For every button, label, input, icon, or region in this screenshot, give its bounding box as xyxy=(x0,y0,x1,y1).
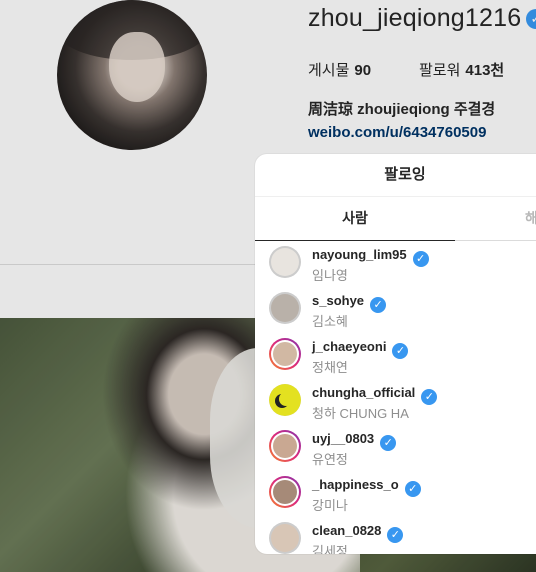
verified-badge-icon: ✓ xyxy=(421,389,438,405)
avatar-photo xyxy=(271,294,299,322)
list-item[interactable]: nayoung_lim95 ✓ 임나영 xyxy=(255,240,536,286)
following-full-name: 김소혜 xyxy=(312,314,348,329)
following-full-name: 강미나 xyxy=(312,498,348,513)
list-item[interactable]: uyj__0803 ✓ 유연정 xyxy=(255,424,536,470)
list-item[interactable]: s_sohye ✓ 김소혜 xyxy=(255,286,536,332)
following-username[interactable]: s_sohye ✓ xyxy=(312,293,387,313)
username-text: uyj__0803 xyxy=(312,431,375,446)
following-list: nayoung_lim95 ✓ 임나영 s_sohye ✓ 김소혜 j_chaeye… xyxy=(255,240,536,554)
following-username[interactable]: clean_0828 ✓ xyxy=(312,523,404,543)
list-item[interactable]: chungha_official ✓ 청하 CHUNG HA xyxy=(255,378,536,424)
username-text: s_sohye xyxy=(312,293,365,308)
avatar-photo xyxy=(271,524,299,552)
verified-badge-icon: ✓ xyxy=(404,481,421,497)
following-full-name: 김세정 xyxy=(312,544,348,554)
avatar[interactable] xyxy=(269,338,301,370)
verified-badge-icon: ✓ xyxy=(370,297,387,313)
following-modal: 팔로잉 사람 해 nayoung_lim95 ✓ 임나영 s_sohye ✓ 김소혜… xyxy=(255,154,536,554)
following-username[interactable]: nayoung_lim95 ✓ xyxy=(312,247,429,267)
avatar[interactable] xyxy=(269,430,301,462)
following-username[interactable]: j_chaeyeoni ✓ xyxy=(312,339,409,359)
verified-badge-icon: ✓ xyxy=(412,251,429,267)
avatar[interactable] xyxy=(269,384,301,416)
following-full-name: 청하 CHUNG HA xyxy=(312,406,409,421)
username-text: _happiness_o xyxy=(312,477,399,492)
username-text: chungha_official xyxy=(312,385,416,400)
avatar[interactable] xyxy=(269,246,301,278)
avatar[interactable] xyxy=(269,292,301,324)
verified-badge-icon: ✓ xyxy=(380,435,397,451)
moon-icon xyxy=(279,392,293,406)
avatar-photo xyxy=(273,480,297,504)
tab-hashtags[interactable]: 해 xyxy=(525,197,536,240)
following-username[interactable]: chungha_official ✓ xyxy=(312,385,438,405)
list-item[interactable]: _happiness_o ✓ 강미나 xyxy=(255,470,536,516)
avatar-photo xyxy=(273,342,297,366)
modal-title: 팔로잉 xyxy=(255,154,536,197)
following-full-name: 임나영 xyxy=(312,268,348,283)
avatar-photo xyxy=(271,248,299,276)
list-item[interactable]: clean_0828 ✓ 김세정 xyxy=(255,516,536,554)
verified-badge-icon: ✓ xyxy=(387,527,404,543)
list-item[interactable]: j_chaeyeoni ✓ 정채연 xyxy=(255,332,536,378)
username-text: nayoung_lim95 xyxy=(312,247,407,262)
modal-tabs: 사람 해 xyxy=(255,197,536,241)
following-username[interactable]: uyj__0803 ✓ xyxy=(312,431,397,451)
username-text: clean_0828 xyxy=(312,523,382,538)
following-full-name: 정채연 xyxy=(312,360,348,375)
avatar[interactable] xyxy=(269,476,301,508)
username-text: j_chaeyeoni xyxy=(312,339,387,354)
verified-badge-icon: ✓ xyxy=(392,343,409,359)
avatar[interactable] xyxy=(269,522,301,554)
following-full-name: 유연정 xyxy=(312,452,348,467)
avatar-photo xyxy=(273,434,297,458)
tab-people[interactable]: 사람 xyxy=(255,197,455,240)
following-username[interactable]: _happiness_o ✓ xyxy=(312,477,421,497)
